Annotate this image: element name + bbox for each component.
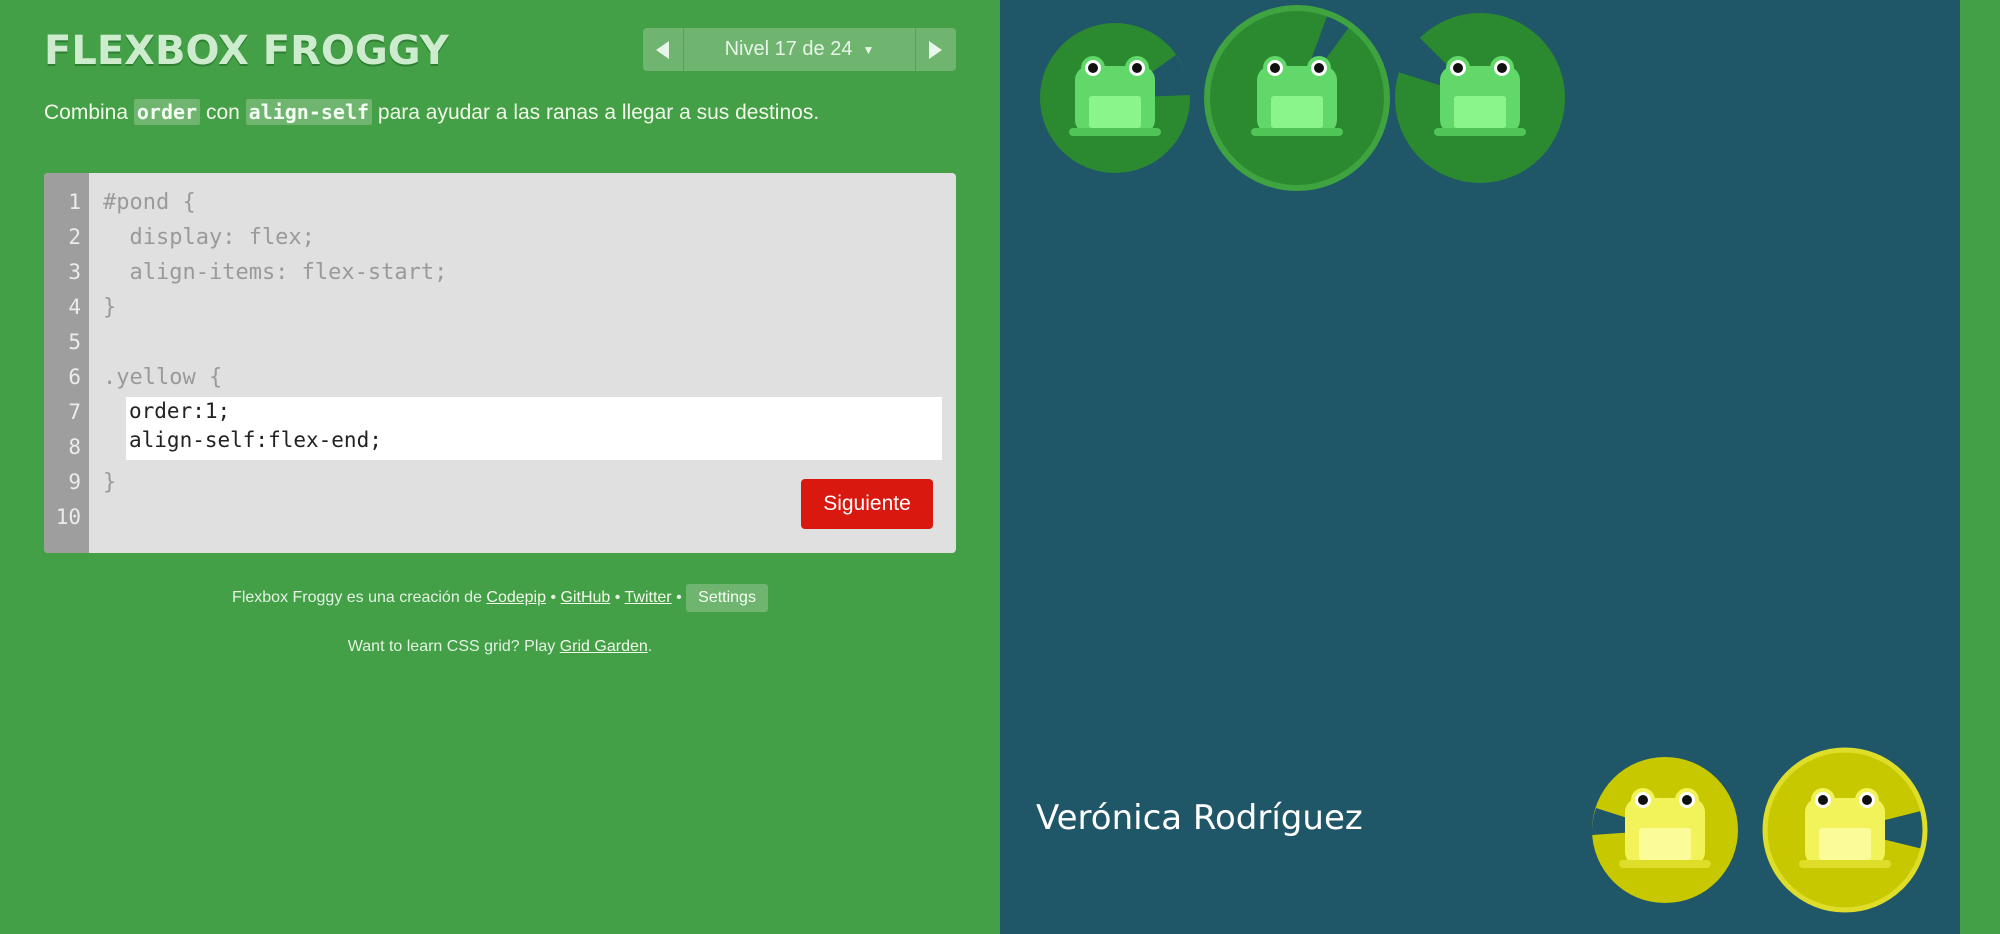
overlay-name: Verónica Rodríguez bbox=[1036, 798, 1363, 838]
frog-green bbox=[1069, 56, 1161, 136]
next-level-button[interactable] bbox=[915, 28, 956, 71]
level-dropdown[interactable]: Nivel 17 de 24 ▼ bbox=[683, 28, 916, 71]
code-line: display: flex; bbox=[103, 225, 315, 250]
line-number: 7 bbox=[68, 400, 81, 424]
instructions-suffix: para ayudar a las ranas a llegar a sus d… bbox=[372, 101, 820, 124]
right-edge-strip bbox=[1960, 0, 2000, 934]
grid-garden-link[interactable]: Grid Garden bbox=[560, 638, 648, 655]
code-line: align-items: flex-start; bbox=[103, 260, 448, 285]
code-editor: 1 2 3 4 5 6 7 8 9 10 #pond { display: fl… bbox=[44, 173, 956, 553]
instructions-prefix: Combina bbox=[44, 101, 134, 124]
grid-prefix: Want to learn CSS grid? Play bbox=[347, 638, 560, 655]
twitter-link[interactable]: Twitter bbox=[625, 589, 672, 606]
code-line: .yellow { bbox=[103, 365, 223, 390]
line-number-gutter: 1 2 3 4 5 6 7 8 9 10 bbox=[44, 173, 89, 553]
code-line: #pond { bbox=[103, 190, 196, 215]
credits-footer: Flexbox Froggy es una creación de Codepi… bbox=[44, 584, 956, 612]
line-number: 8 bbox=[68, 435, 81, 459]
caret-down-icon: ▼ bbox=[862, 42, 875, 57]
line-number: 10 bbox=[55, 505, 81, 529]
line-number: 6 bbox=[68, 365, 81, 389]
align-self-property-code: align-self bbox=[245, 99, 373, 125]
arrow-left-icon bbox=[656, 40, 669, 59]
css-input[interactable] bbox=[126, 397, 945, 460]
prev-level-button[interactable] bbox=[643, 28, 684, 71]
level-label: Nivel 17 de 24 bbox=[724, 38, 853, 60]
code-line: } bbox=[103, 470, 117, 495]
line-number: 5 bbox=[68, 330, 81, 354]
grid-garden-promo: Want to learn CSS grid? Play Grid Garden… bbox=[44, 638, 956, 656]
credit-prefix: Flexbox Froggy es una creación de bbox=[232, 589, 487, 606]
line-number: 9 bbox=[68, 470, 81, 494]
line-number: 1 bbox=[68, 190, 81, 214]
order-property-code: order bbox=[133, 99, 201, 125]
css-input-area bbox=[126, 397, 945, 460]
frog-yellow bbox=[1619, 788, 1711, 868]
frog-green bbox=[1251, 56, 1343, 136]
instructions-text: Combina order con align-self para ayudar… bbox=[44, 99, 820, 125]
github-link[interactable]: GitHub bbox=[561, 589, 611, 606]
separator: • bbox=[671, 589, 687, 606]
app-title: FLEXBOX FROGGY bbox=[44, 28, 449, 74]
pond-scene bbox=[1040, 5, 1929, 913]
codepip-link[interactable]: Codepip bbox=[486, 589, 546, 606]
grid-suffix: . bbox=[647, 638, 653, 655]
pond-board bbox=[1000, 0, 1960, 934]
level-navigator: Nivel 17 de 24 ▼ bbox=[643, 28, 956, 71]
line-number: 4 bbox=[68, 295, 81, 319]
separator: • bbox=[610, 589, 625, 606]
instructions-middle: con bbox=[200, 101, 246, 124]
separator: • bbox=[546, 589, 561, 606]
next-button[interactable]: Siguiente bbox=[801, 479, 933, 529]
settings-button[interactable]: Settings bbox=[686, 584, 768, 612]
code-line: } bbox=[103, 295, 117, 320]
instructions-panel: FLEXBOX FROGGY Nivel 17 de 24 ▼ Combina … bbox=[0, 0, 1000, 934]
arrow-right-icon bbox=[929, 40, 942, 59]
frog-yellow bbox=[1799, 788, 1891, 868]
line-number: 3 bbox=[68, 260, 81, 284]
line-number: 2 bbox=[68, 225, 81, 249]
frog-green bbox=[1434, 56, 1526, 136]
